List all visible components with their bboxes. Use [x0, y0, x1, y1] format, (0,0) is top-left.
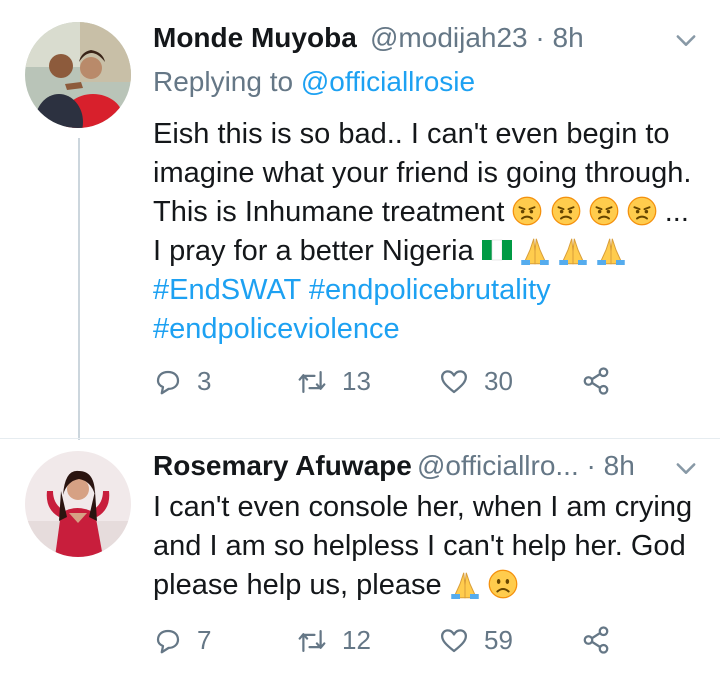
share-action[interactable] [581, 366, 611, 396]
reply-count: 3 [197, 366, 212, 396]
tweet-actions: 3 13 30 [153, 366, 633, 406]
pouting-face-icon [626, 196, 657, 226]
share-icon[interactable] [581, 366, 611, 396]
like-count: 30 [484, 366, 513, 396]
nigeria-flag-icon [481, 239, 512, 261]
heart-icon[interactable] [438, 626, 470, 656]
retweet-action[interactable]: 12 [296, 625, 371, 656]
display-name[interactable]: Rosemary Afuwape [153, 450, 412, 482]
tweet-text: I can't even console her, when I am cryi… [153, 488, 698, 605]
display-name[interactable]: Monde Muyoba [153, 22, 357, 54]
user-handle[interactable]: @modijah23 [370, 22, 528, 53]
reply-count: 7 [197, 625, 212, 655]
retweet-action[interactable]: 13 [296, 366, 371, 397]
retweet-icon[interactable] [296, 626, 328, 656]
tweet-meta: @officiallro... · 8h [417, 450, 635, 482]
folded-hands-icon [520, 238, 550, 265]
replying-handle[interactable]: @officiallrosie [301, 66, 475, 97]
share-icon[interactable] [581, 625, 611, 655]
divider [0, 438, 720, 439]
chevron-down-icon[interactable] [672, 454, 700, 482]
retweet-count: 12 [342, 625, 371, 655]
replying-label: Replying to [153, 66, 294, 97]
pouting-face-icon [512, 196, 543, 226]
like-action[interactable]: 59 [438, 625, 513, 656]
folded-hands-icon [558, 238, 588, 265]
user-handle[interactable]: @officiallro... [417, 450, 579, 481]
share-action[interactable] [581, 625, 611, 655]
hashtag-link[interactable]: #endpolicebrutality [309, 274, 551, 306]
folded-hands-icon [450, 572, 480, 599]
retweet-count: 13 [342, 366, 371, 396]
reply-icon[interactable] [153, 626, 183, 656]
tweet-meta: @modijah23 · 8h [370, 22, 584, 54]
reply-action[interactable]: 7 [153, 625, 211, 656]
tweet-actions: 7 12 59 [153, 625, 633, 665]
avatar[interactable] [25, 451, 131, 557]
timestamp[interactable]: · 8h [535, 22, 583, 53]
heart-icon[interactable] [438, 367, 470, 397]
thread-line [78, 138, 80, 440]
pouting-face-icon [588, 196, 619, 226]
avatar[interactable] [25, 22, 131, 128]
timestamp[interactable]: · 8h [587, 450, 635, 481]
folded-hands-icon [596, 238, 626, 265]
hashtag-link[interactable]: #endpoliceviolence [153, 313, 400, 345]
like-action[interactable]: 30 [438, 366, 513, 397]
retweet-icon[interactable] [296, 367, 328, 397]
reply-action[interactable]: 3 [153, 366, 211, 397]
chevron-down-icon[interactable] [672, 26, 700, 54]
frowning-face-icon [487, 569, 518, 599]
reply-icon[interactable] [153, 367, 183, 397]
hashtag-link[interactable]: #EndSWAT [153, 274, 301, 306]
like-count: 59 [484, 625, 513, 655]
replying-to: Replying to @officiallrosie [153, 66, 475, 98]
pouting-face-icon [550, 196, 581, 226]
tweet-text-part: I can't even console her, when I am cryi… [153, 491, 693, 601]
tweet-text: Eish this is so bad.. I can't even begin… [153, 115, 698, 349]
